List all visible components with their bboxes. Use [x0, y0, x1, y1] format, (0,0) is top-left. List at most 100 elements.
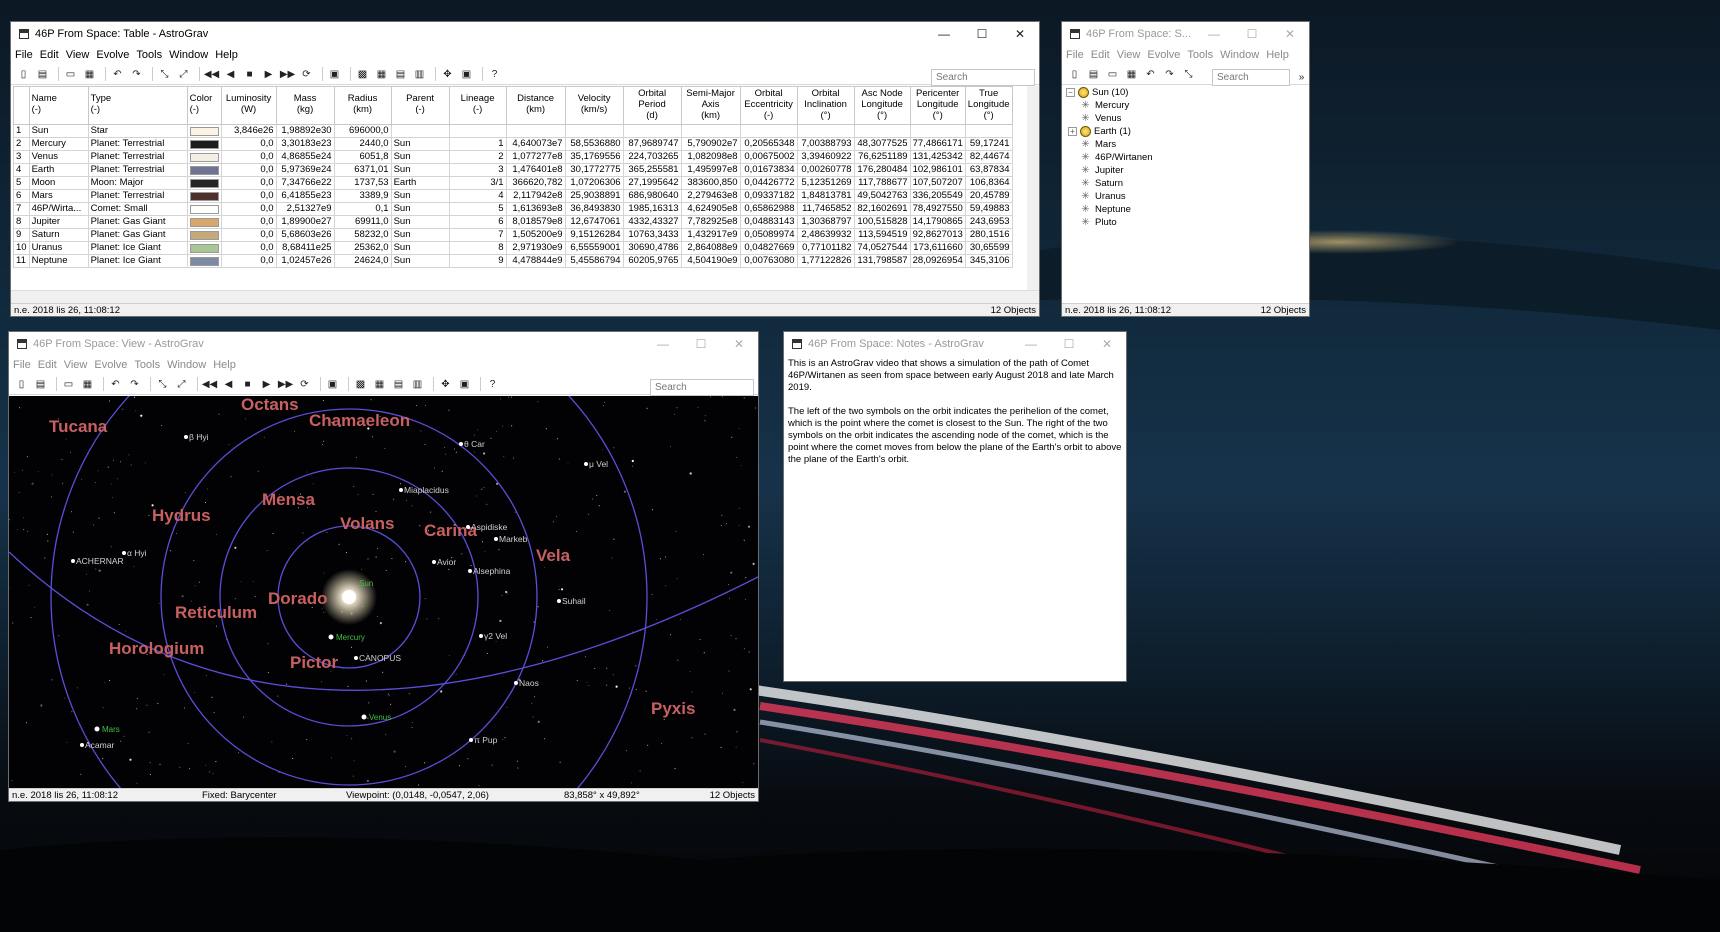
undo-icon[interactable]: ↶ [1143, 67, 1158, 82]
tree-node[interactable]: ✳ Jupiter [1064, 164, 1153, 177]
table-cell[interactable]: 77,4866171 [909, 137, 966, 151]
star-marker[interactable] [459, 442, 463, 446]
fast-forward-icon[interactable]: ▶▶ [280, 67, 295, 82]
table-cell[interactable]: Sun [390, 137, 450, 151]
table-cell[interactable]: 92,8627013 [909, 228, 966, 242]
column-header[interactable]: Orbital Eccentricity (-) [739, 86, 798, 125]
table-cell[interactable]: 46P/Wirta... [28, 202, 89, 216]
undo-icon[interactable]: ↶ [110, 67, 125, 82]
close-button[interactable]: ✕ [1271, 22, 1309, 46]
table-cell[interactable] [909, 124, 966, 138]
open-document-icon[interactable]: ▤ [1086, 67, 1101, 82]
print-icon[interactable]: ▦ [82, 67, 97, 82]
select-tool-icon[interactable]: ⤡ [155, 377, 170, 392]
column-header[interactable]: Orbital Period (d) [622, 86, 682, 125]
open-document-icon[interactable]: ▤ [33, 377, 48, 392]
table-cell[interactable]: Sun [390, 215, 450, 229]
loop-icon[interactable]: ⟳ [299, 67, 314, 82]
fast-forward-icon[interactable]: ▶▶ [278, 377, 293, 392]
table-cell[interactable]: 0,0 [220, 215, 277, 229]
table-cell[interactable]: Sun [390, 241, 450, 255]
rewind-icon[interactable]: ◀◀ [204, 67, 219, 82]
search-input[interactable]: Search [1212, 69, 1290, 86]
table-cell[interactable]: 696000,0 [333, 124, 392, 138]
table-cell[interactable]: 78,4927550 [909, 202, 966, 216]
zoom-tool-icon[interactable]: ⤢ [176, 67, 191, 82]
table-cell[interactable]: 5,790902e7 [680, 137, 741, 151]
sky-view[interactable]: Tucana Octans Chamaeleon Hydrus Mensa Volans C… [9, 396, 758, 789]
planet-marker[interactable] [328, 634, 334, 640]
table-horizontal-scrollbar[interactable] [11, 290, 1039, 303]
table-cell[interactable]: 20,45789 [964, 189, 1013, 203]
star-marker[interactable] [432, 560, 436, 564]
color-swatch-cell[interactable] [186, 137, 222, 151]
table-cell[interactable]: 365,255581 [622, 163, 682, 177]
table-cell[interactable]: 106,8364 [964, 176, 1013, 190]
menu-help[interactable]: Help [213, 359, 236, 371]
table-cell[interactable]: 5 [448, 202, 507, 216]
notes-text-area[interactable]: This is an AstroGrav video that shows a … [788, 358, 1122, 478]
table-cell[interactable]: Planet: Terrestrial [87, 137, 188, 151]
table-cell[interactable]: 6371,01 [333, 163, 392, 177]
tree-window-titlebar[interactable]: 46P From Space: S... — ☐ ✕ [1062, 22, 1309, 46]
table-cell[interactable]: 1,07206306 [564, 176, 624, 190]
table-cell[interactable]: 10763,3433 [622, 228, 682, 242]
table-cell[interactable]: 8,68411e25 [275, 241, 335, 255]
row-number[interactable]: 5 [13, 176, 30, 190]
table-cell[interactable]: 4332,43327 [622, 215, 682, 229]
menu-file[interactable]: File [13, 359, 31, 371]
column-header[interactable]: Orbital Inclination (°) [796, 86, 855, 125]
view-window-icon[interactable]: ▩ [355, 67, 370, 82]
loop-icon[interactable]: ⟳ [297, 377, 312, 392]
table-cell[interactable] [390, 124, 450, 138]
column-header[interactable]: Parent (-) [390, 86, 450, 125]
table-cell[interactable]: 1,30368797 [796, 215, 855, 229]
step-back-icon[interactable]: ◀ [221, 377, 236, 392]
row-number[interactable]: 10 [13, 241, 30, 255]
table-cell[interactable]: 28,0926954 [909, 254, 966, 268]
table-cell[interactable]: 0,04883143 [739, 215, 798, 229]
table-cell[interactable] [622, 124, 682, 138]
star-marker[interactable] [122, 551, 126, 555]
table-cell[interactable]: 7 [448, 228, 507, 242]
row-number[interactable]: 2 [13, 137, 30, 151]
table-window-icon[interactable]: ▦ [374, 67, 389, 82]
menu-edit[interactable]: Edit [1091, 49, 1110, 61]
table-cell[interactable]: 131,425342 [909, 150, 966, 164]
star-marker[interactable] [468, 569, 472, 573]
star-marker[interactable] [557, 599, 561, 603]
table-cell[interactable]: Sun [390, 228, 450, 242]
menu-window[interactable]: Window [167, 359, 206, 371]
table-cell[interactable]: 1,505200e9 [505, 228, 566, 242]
tree-node[interactable]: ✳ Saturn [1064, 177, 1153, 190]
table-row[interactable]: 4 Earth Planet: Terrestrial 0,0 5,97369e24 63… [13, 163, 1013, 177]
tree-node[interactable]: ✳ 46P/Wirtanen [1064, 151, 1152, 164]
menu-tools[interactable]: Tools [136, 49, 162, 61]
star-marker[interactable] [466, 525, 470, 529]
column-header[interactable]: Radius (km) [333, 86, 392, 125]
view-window-titlebar[interactable]: 46P From Space: View - AstroGrav — ☐ ✕ [9, 332, 758, 356]
menu-edit[interactable]: Edit [40, 49, 59, 61]
table-cell[interactable]: Sun [390, 150, 450, 164]
table-cell[interactable]: 58,5536880 [564, 137, 624, 151]
table-cell[interactable]: 1 [448, 137, 507, 151]
table-cell[interactable]: 0,65862988 [739, 202, 798, 216]
toolbar-overflow-icon[interactable]: » [1294, 70, 1309, 85]
info-window-icon[interactable]: ▣ [457, 377, 472, 392]
table-cell[interactable]: 1,84813781 [796, 189, 855, 203]
color-swatch-cell[interactable] [186, 202, 222, 216]
table-cell[interactable]: 2440,0 [333, 137, 392, 151]
redo-icon[interactable]: ↷ [1162, 67, 1177, 82]
table-cell[interactable] [964, 124, 1013, 138]
notes-window-titlebar[interactable]: 46P From Space: Notes - AstroGrav — ☐ ✕ [784, 332, 1126, 356]
minimize-button[interactable]: — [925, 22, 963, 46]
print-icon[interactable]: ▦ [80, 377, 95, 392]
color-swatch-cell[interactable] [186, 150, 222, 164]
column-header[interactable]: Name (-) [28, 86, 89, 125]
row-number[interactable]: 8 [13, 215, 30, 229]
tree-node[interactable]: ✳ Pluto [1064, 216, 1153, 229]
table-cell[interactable]: 5,97369e24 [275, 163, 335, 177]
save-icon[interactable]: ▭ [1105, 67, 1120, 82]
planet-marker[interactable] [361, 714, 367, 720]
table-cell[interactable]: 686,980640 [622, 189, 682, 203]
